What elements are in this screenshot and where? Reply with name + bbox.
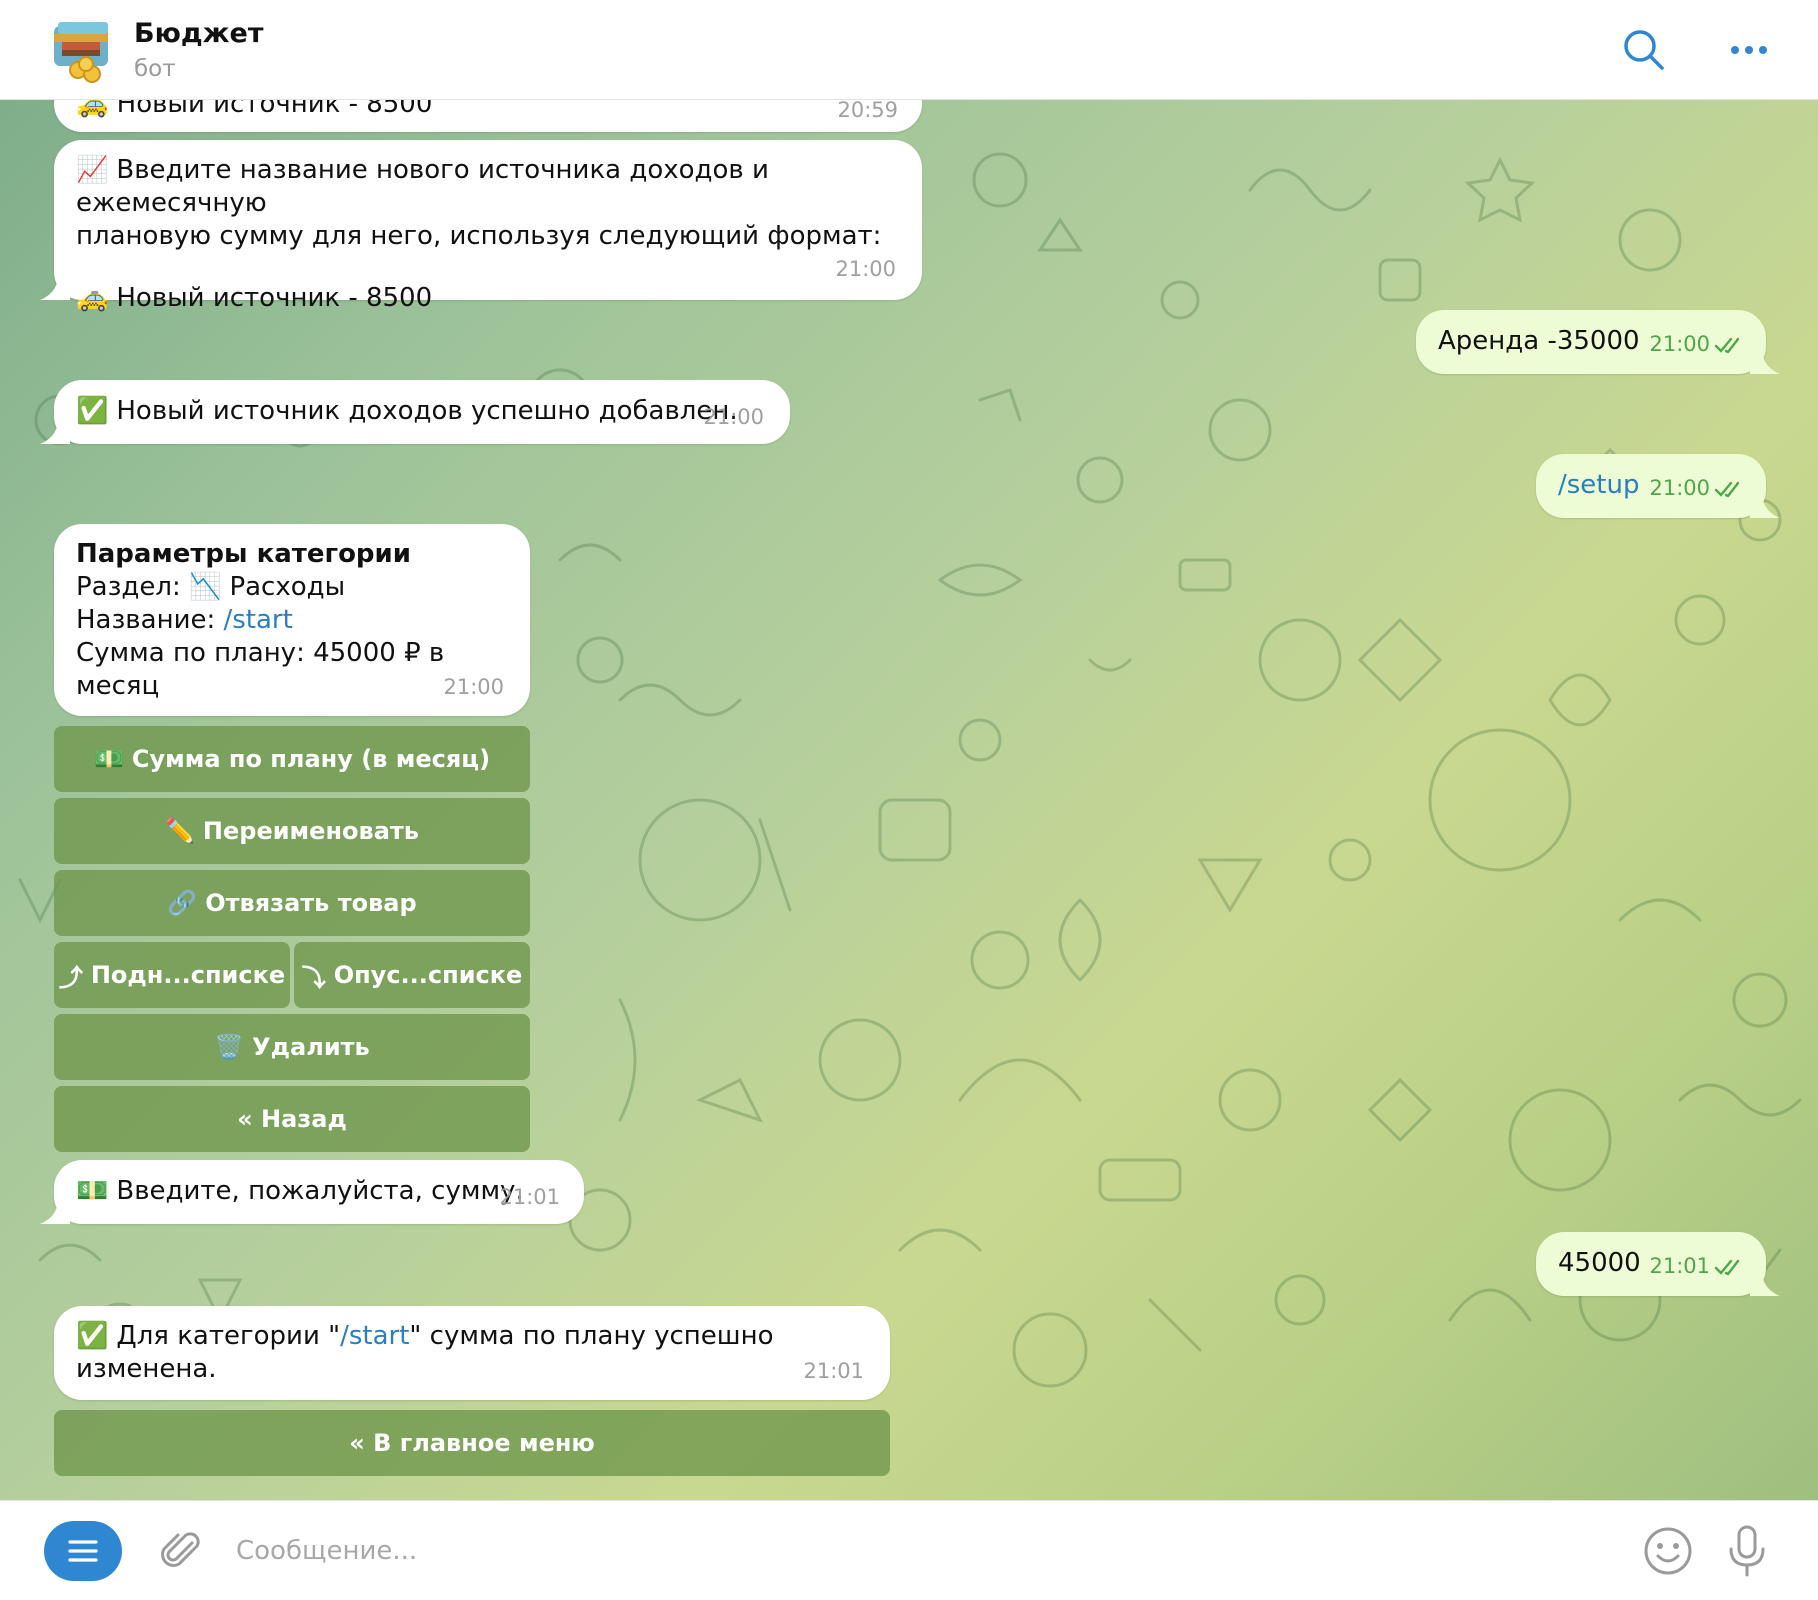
bubble-tail-icon [1750, 1266, 1780, 1296]
unlink-product-button[interactable]: 🔗 Отвязать товар [54, 870, 530, 936]
emoji-icon[interactable] [1642, 1525, 1694, 1577]
message-input[interactable] [236, 1525, 1576, 1577]
message-time: 21:00 [1649, 476, 1710, 500]
button-label: Удалить [252, 1033, 370, 1061]
bubble-tail-icon [40, 414, 70, 444]
message-time: 21:00 [1649, 332, 1710, 356]
chat-header: Бюджет бот [0, 0, 1818, 100]
message-time: 21:00 [443, 675, 504, 699]
chat-subtitle: бот [134, 56, 176, 82]
message-incoming[interactable]: 💵 Введите, пожалуйста, сумму. 21:01 [40, 1160, 584, 1224]
button-label: « Назад [237, 1105, 347, 1133]
search-icon[interactable] [1620, 26, 1668, 74]
message-text: Введите, пожалуйста, сумму. [116, 1176, 524, 1206]
button-label: Опус...списке [333, 961, 523, 989]
chat-messages-area[interactable]: 🚕 Новый источник - 8500 20:59 📈 Введите н… [0, 100, 1818, 1500]
more-options-icon[interactable] [1725, 26, 1773, 74]
message-incoming[interactable]: ✅ Новый источник доходов успешно добавлен… [40, 380, 790, 444]
chart-decreasing-icon: 📉 [189, 572, 222, 602]
menu-icon [68, 1540, 98, 1562]
link-icon: 🔗 [167, 889, 198, 917]
name-label: Название: [76, 605, 216, 635]
button-label: « В главное меню [349, 1429, 595, 1457]
double-check-icon [1714, 337, 1740, 354]
message-text: 45000 [1558, 1248, 1641, 1278]
dollar-banknote-icon: 💵 [76, 1176, 109, 1206]
message-outgoing[interactable]: 45000 21:01 [1536, 1232, 1780, 1296]
message-text: Для категории " [116, 1321, 341, 1351]
section-label: Раздел: [76, 572, 181, 602]
message-category-params[interactable]: Параметры категории Раздел: 📉 Расходы Наз… [54, 524, 530, 716]
message-text: Введите название нового источника доходо… [76, 155, 769, 218]
bot-menu-button[interactable] [44, 1521, 122, 1581]
check-mark-button-icon: ✅ [76, 396, 109, 426]
message-time: 21:01 [803, 1359, 864, 1383]
check-mark-button-icon: ✅ [76, 1321, 109, 1351]
message-time: 21:01 [1649, 1254, 1710, 1278]
button-label: Переименовать [202, 817, 419, 845]
message-time: 20:59 [837, 100, 898, 122]
taxi-icon: 🚕 [76, 283, 109, 313]
paperclip-icon[interactable] [158, 1527, 206, 1575]
plan-sum-button[interactable]: 💵 Сумма по плану (в месяц) [54, 726, 530, 792]
message-time: 21:00 [835, 257, 896, 281]
message-example: Новый источник - 8500 [116, 283, 433, 313]
wallet-avatar-icon[interactable] [48, 14, 124, 86]
message-text: 🚕 Новый источник - 8500 [76, 100, 433, 119]
arrow-up-icon: ⤴ [58, 963, 83, 992]
move-down-button[interactable]: ⤵ Опус...списке [294, 942, 530, 1008]
double-check-icon [1714, 481, 1740, 498]
message-outgoing[interactable]: Аренда -35000 21:00 [1416, 310, 1780, 374]
chat-title[interactable]: Бюджет [134, 18, 263, 49]
bubble-tail-icon [40, 270, 70, 300]
message-time: 21:01 [499, 1185, 560, 1209]
category-name-link[interactable]: /start [340, 1321, 409, 1351]
delete-button[interactable]: 🗑️ Удалить [54, 1014, 530, 1080]
chart-increasing-icon: 📈 [76, 155, 109, 185]
message-text: плановую сумму для него, используя следу… [76, 221, 882, 251]
message-text: Аренда -35000 [1438, 326, 1640, 356]
button-label: Отвязать товар [205, 889, 417, 917]
back-button[interactable]: « Назад [54, 1086, 530, 1152]
message-incoming[interactable]: 🚕 Новый источник - 8500 20:59 [54, 100, 922, 132]
bubble-tail-icon [1750, 344, 1780, 374]
pencil-icon: ✏️ [165, 817, 195, 845]
microphone-icon[interactable] [1722, 1523, 1772, 1579]
arrow-down-icon: ⤵ [301, 963, 326, 992]
section-value: Расходы [229, 572, 346, 602]
bubble-tail-icon [40, 1194, 70, 1224]
category-name-link[interactable]: /start [223, 605, 292, 635]
dollar-banknote-icon: 💵 [93, 745, 124, 773]
rename-button[interactable]: ✏️ Переименовать [54, 798, 530, 864]
message-incoming[interactable]: 📈 Введите название нового источника доход… [40, 140, 922, 313]
message-composer [0, 1500, 1818, 1600]
message-incoming[interactable]: ✅ Для категории "/start" сумма по плану у… [54, 1306, 890, 1400]
message-time: 21:00 [703, 405, 764, 429]
move-up-button[interactable]: ⤴ Подн...списке [54, 942, 290, 1008]
command-link[interactable]: /setup [1558, 469, 1639, 502]
main-menu-button[interactable]: « В главное меню [54, 1410, 890, 1476]
message-outgoing[interactable]: /setup 21:00 [1536, 454, 1780, 518]
message-title: Параметры категории [76, 539, 411, 569]
button-label: Сумма по плану (в месяц) [131, 745, 491, 773]
wastebasket-icon: 🗑️ [214, 1033, 245, 1061]
button-label: Подн...списке [90, 961, 286, 989]
message-text: Новый источник доходов успешно добавлен. [116, 396, 738, 426]
bubble-tail-icon [1750, 488, 1780, 518]
double-check-icon [1714, 1259, 1740, 1276]
